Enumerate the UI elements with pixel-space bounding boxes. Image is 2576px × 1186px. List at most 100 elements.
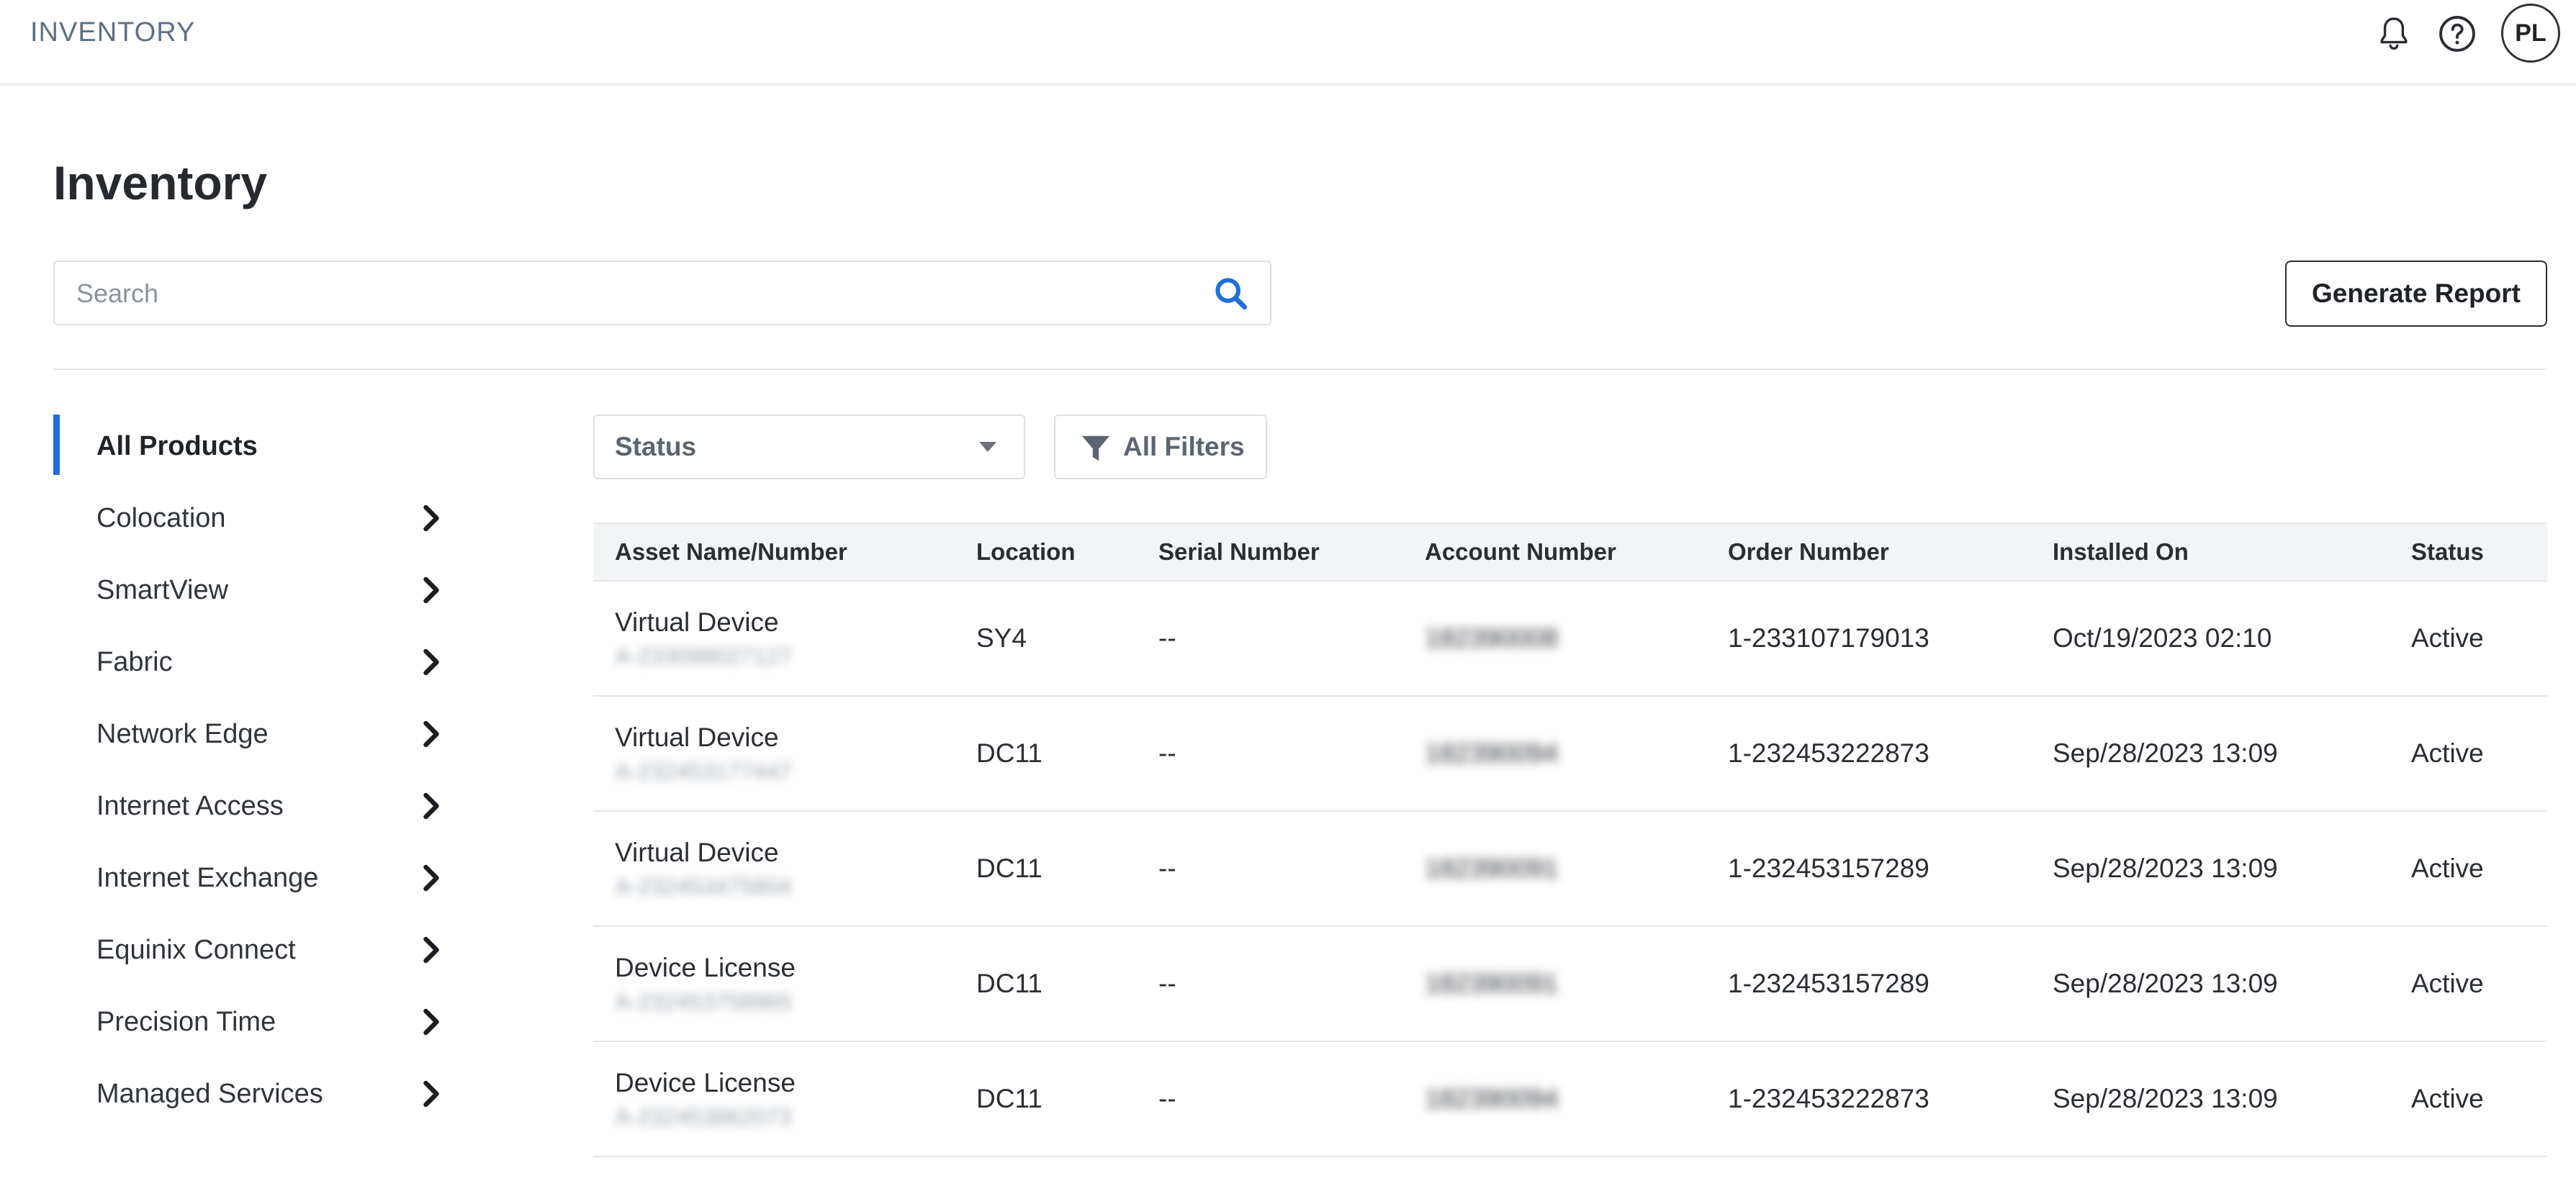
all-filters-button[interactable]: All Filters bbox=[1054, 415, 1267, 479]
inventory-page: INVENTORY PL Inventory Generate Report bbox=[0, 0, 2576, 1186]
chevron-right-icon[interactable] bbox=[419, 1079, 443, 1108]
cell-asset: Virtual Device A-232453177447 bbox=[593, 696, 955, 812]
chevron-right-icon[interactable] bbox=[419, 720, 443, 748]
sidebar-item-label: Fabric bbox=[96, 646, 173, 677]
user-avatar[interactable]: PL bbox=[2501, 4, 2560, 63]
sidebar-item-managed-services[interactable]: Managed Services bbox=[53, 1058, 456, 1130]
search-icon[interactable] bbox=[1212, 275, 1250, 312]
table-body: Virtual Device A-233098027127 SY4 -- 1823900… bbox=[593, 581, 2547, 1157]
search-box bbox=[53, 261, 1271, 325]
search-input[interactable] bbox=[75, 262, 1158, 325]
app-brand[interactable]: INVENTORY bbox=[30, 17, 195, 48]
asset-number: A-232453177447 bbox=[615, 758, 792, 784]
cell-account: 182390008 bbox=[1403, 581, 1706, 697]
asset-name[interactable]: Device License bbox=[615, 953, 955, 983]
sidebar-item-fabric[interactable]: Fabric bbox=[53, 626, 456, 698]
sidebar-item-precision-time[interactable]: Precision Time bbox=[53, 986, 456, 1058]
chevron-right-icon[interactable] bbox=[419, 504, 443, 533]
asset-number: A-232453475804 bbox=[615, 873, 792, 900]
sidebar-item-label: All Products bbox=[96, 430, 258, 461]
cell-order: 1-232453222873 bbox=[1706, 1041, 2031, 1157]
all-filters-label: All Filters bbox=[1123, 432, 1245, 461]
table-row[interactable]: Device License A-232453758965 DC11 -- 182390… bbox=[593, 926, 2547, 1042]
sidebar-item-label: Managed Services bbox=[96, 1078, 323, 1109]
section-divider bbox=[53, 368, 2547, 370]
cell-installed-on: Sep/28/2023 13:09 bbox=[2031, 811, 2390, 927]
sidebar-item-label: Colocation bbox=[96, 502, 226, 533]
top-bar: INVENTORY PL bbox=[0, 0, 2576, 85]
cell-status: Active bbox=[2390, 581, 2547, 697]
sidebar-item-smartview[interactable]: SmartView bbox=[53, 554, 456, 626]
table-header-row: Asset Name/Number Location Serial Number Ac… bbox=[593, 522, 2547, 581]
chevron-right-icon[interactable] bbox=[419, 792, 443, 820]
asset-name[interactable]: Virtual Device bbox=[615, 723, 955, 753]
caret-down-icon bbox=[979, 442, 996, 452]
column-header-location[interactable]: Location bbox=[955, 522, 1137, 581]
chevron-right-icon[interactable] bbox=[419, 936, 443, 964]
sidebar-item-equinix-connect[interactable]: Equinix Connect bbox=[53, 914, 456, 986]
cell-order: 1-232453157289 bbox=[1706, 926, 2031, 1042]
notifications-button[interactable] bbox=[2369, 9, 2419, 59]
cell-serial: -- bbox=[1137, 1041, 1403, 1157]
cell-account: 182390091 bbox=[1403, 926, 1706, 1042]
cell-order: 1-233107179013 bbox=[1706, 581, 2031, 697]
inventory-table: Asset Name/Number Location Serial Number Ac… bbox=[593, 522, 2547, 1157]
cell-location: DC11 bbox=[955, 696, 1137, 812]
asset-name[interactable]: Virtual Device bbox=[615, 838, 955, 868]
product-sidebar: All Products Colocation SmartView Fabric Net… bbox=[53, 410, 456, 1130]
help-icon bbox=[2439, 16, 2475, 52]
asset-name[interactable]: Virtual Device bbox=[615, 607, 955, 638]
cell-location: DC11 bbox=[955, 926, 1137, 1042]
cell-asset: Device License A-232453758965 bbox=[593, 926, 955, 1042]
table-row[interactable]: Virtual Device A-232453177447 DC11 -- 182390… bbox=[593, 696, 2547, 812]
generate-report-button[interactable]: Generate Report bbox=[2285, 261, 2547, 327]
table-row[interactable]: Virtual Device A-232453475804 DC11 -- 182390… bbox=[593, 811, 2547, 927]
sidebar-item-network-edge[interactable]: Network Edge bbox=[53, 698, 456, 770]
cell-serial: -- bbox=[1137, 581, 1403, 697]
column-header-asset-name-number[interactable]: Asset Name/Number bbox=[593, 522, 955, 581]
chevron-right-icon[interactable] bbox=[419, 1008, 443, 1036]
status-dropdown[interactable]: Status bbox=[593, 415, 1025, 479]
chevron-right-icon[interactable] bbox=[419, 648, 443, 676]
help-button[interactable] bbox=[2432, 9, 2482, 59]
column-header-serial-number[interactable]: Serial Number bbox=[1137, 522, 1403, 581]
cell-serial: -- bbox=[1137, 696, 1403, 812]
column-header-status[interactable]: Status bbox=[2390, 522, 2547, 581]
cell-account: 182390094 bbox=[1403, 1041, 1706, 1157]
page-title: Inventory bbox=[53, 156, 268, 209]
cell-status: Active bbox=[2390, 926, 2547, 1042]
cell-installed-on: Sep/28/2023 13:09 bbox=[2031, 696, 2390, 812]
cell-asset: Virtual Device A-233098027127 bbox=[593, 581, 955, 697]
sidebar-item-colocation[interactable]: Colocation bbox=[53, 482, 456, 554]
sidebar-item-all-products[interactable]: All Products bbox=[53, 410, 456, 482]
sidebar-item-internet-access[interactable]: Internet Access bbox=[53, 770, 456, 842]
sidebar-item-label: SmartView bbox=[96, 574, 229, 605]
cell-location: DC11 bbox=[955, 1041, 1137, 1157]
cell-installed-on: Oct/19/2023 02:10 bbox=[2031, 581, 2390, 697]
table-row[interactable]: Device License A-232453862073 DC11 -- 182390… bbox=[593, 1041, 2547, 1157]
column-header-account-number[interactable]: Account Number bbox=[1403, 522, 1706, 581]
column-header-order-number[interactable]: Order Number bbox=[1706, 522, 2031, 581]
cell-order: 1-232453157289 bbox=[1706, 811, 2031, 927]
chevron-right-icon[interactable] bbox=[419, 864, 443, 892]
cell-location: SY4 bbox=[955, 581, 1137, 697]
sidebar-item-label: Network Edge bbox=[96, 718, 269, 749]
asset-number: A-233098027127 bbox=[615, 643, 792, 669]
asset-number: A-232453862073 bbox=[615, 1103, 792, 1130]
cell-serial: -- bbox=[1137, 926, 1403, 1042]
cell-account: 182390091 bbox=[1403, 811, 1706, 927]
cell-status: Active bbox=[2390, 1041, 2547, 1157]
table-row[interactable]: Virtual Device A-233098027127 SY4 -- 1823900… bbox=[593, 581, 2547, 697]
chevron-right-icon[interactable] bbox=[419, 576, 443, 605]
cell-status: Active bbox=[2390, 811, 2547, 927]
sidebar-item-internet-exchange[interactable]: Internet Exchange bbox=[53, 842, 456, 914]
asset-name[interactable]: Device License bbox=[615, 1068, 955, 1098]
cell-status: Active bbox=[2390, 696, 2547, 812]
sidebar-item-label: Precision Time bbox=[96, 1006, 276, 1037]
sidebar-item-label: Internet Exchange bbox=[96, 862, 319, 893]
cell-serial: -- bbox=[1137, 811, 1403, 927]
cell-asset: Virtual Device A-232453475804 bbox=[593, 811, 955, 927]
cell-account: 182390094 bbox=[1403, 696, 1706, 812]
column-header-installed-on[interactable]: Installed On bbox=[2031, 522, 2390, 581]
cell-installed-on: Sep/28/2023 13:09 bbox=[2031, 926, 2390, 1042]
